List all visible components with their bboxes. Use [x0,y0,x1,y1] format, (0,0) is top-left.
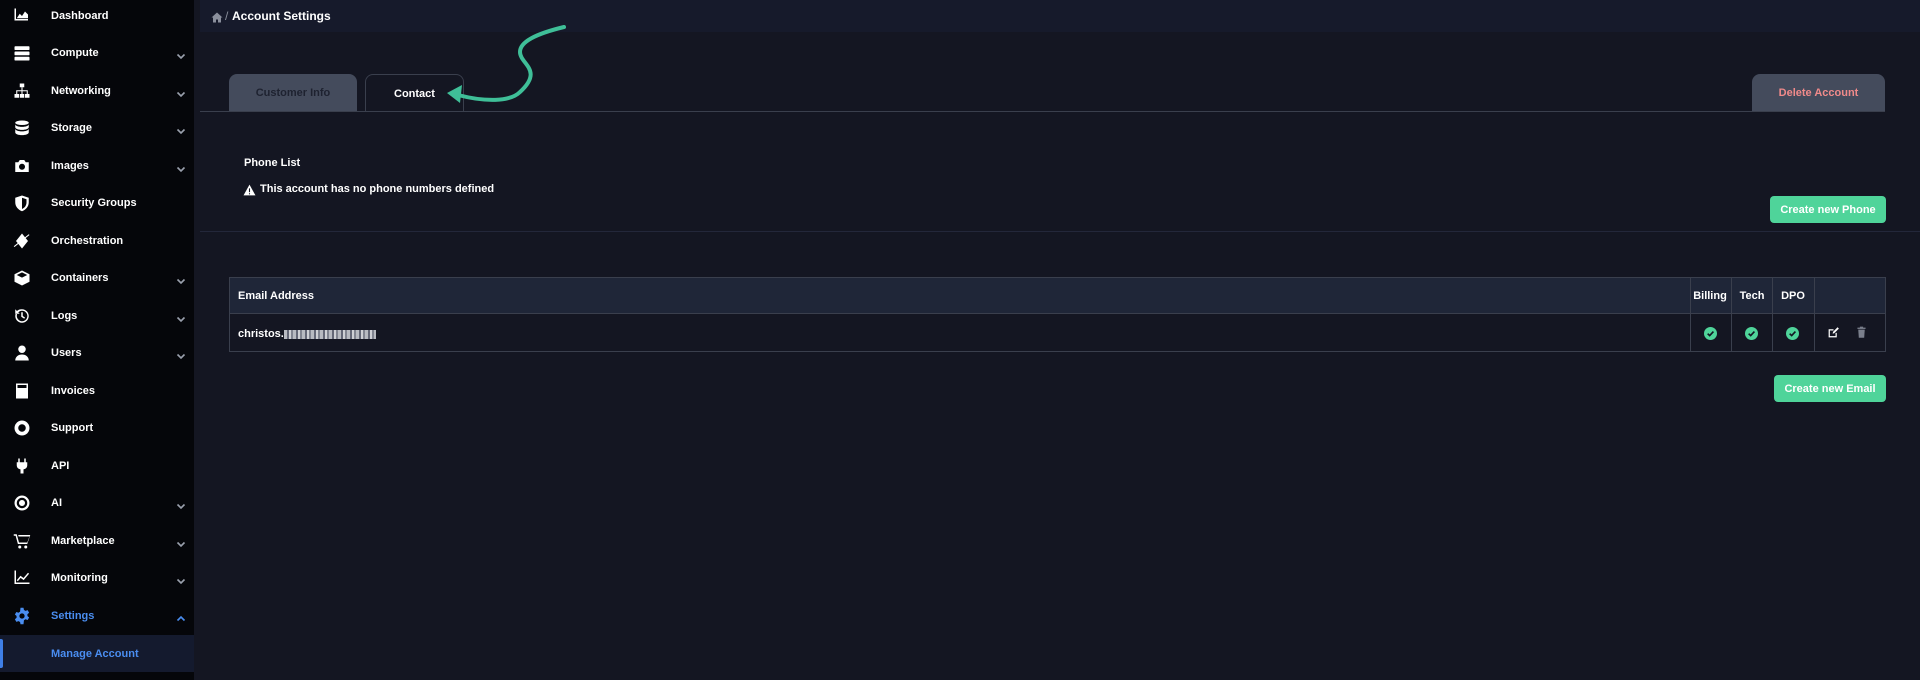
tab-divider [200,111,1885,112]
sidebar-item-logs[interactable]: Logs [0,297,194,334]
sidebar-item-compute[interactable]: Compute [0,35,194,72]
sidebar-item-api[interactable]: API [0,447,194,484]
page-title: Account Settings [232,9,331,23]
sidebar-item-label: API [51,459,70,472]
sidebar-item-label: Users [51,347,82,359]
sidebar-item-support[interactable]: Support [0,410,194,447]
email-table: Email Address Billing Tech DPO christos. [229,277,1886,352]
dpo-check-icon [1786,327,1799,340]
chevron-down-icon [176,498,186,510]
redacted-email [283,329,376,339]
active-indicator [0,639,3,668]
sidebar-item-security-groups[interactable]: Security Groups [0,185,194,222]
chevron-down-icon [176,123,186,135]
sidebar-item-invoices[interactable]: Invoices [0,372,194,409]
warning-icon [243,183,256,196]
server-icon [12,43,32,63]
sidebar-item-label: Dashboard [51,9,109,22]
sidebar-item-label: Support [51,422,94,434]
camera-icon [12,156,32,176]
create-phone-button[interactable]: Create new Phone [1770,196,1886,223]
sidebar-item-label: Storage [51,122,92,134]
chevron-down-icon [176,86,186,97]
cube-icon [12,268,32,288]
sidebar-item-label: Marketplace [51,534,115,547]
chevron-down-icon [176,161,186,172]
sidebar-item-label: Security Groups [51,197,137,209]
cart-icon [12,531,32,551]
chart-area-icon [12,6,32,26]
sidebar-item-label: Invoices [51,384,96,397]
database-icon [12,118,32,138]
sidebar-item-label: Compute [51,47,99,59]
header-dpo: DPO [1781,290,1805,302]
layers-icon [12,231,32,251]
sidebar-item-label: Networking [51,84,111,97]
email-cell: christos. [238,328,376,340]
sidebar-item-label: Logs [51,309,78,322]
chevron-down-icon [176,536,186,547]
user-icon [12,343,32,363]
sidebar-item-label: Containers [51,272,109,284]
header-email-address: Email Address [238,290,315,302]
sidebar-item-users[interactable]: Users [0,335,194,372]
tech-check-icon [1745,327,1758,340]
history-icon [12,306,32,326]
sidebar-item-label: Images [51,159,89,172]
sidebar-subitem-manage-account[interactable]: Manage Account [0,635,194,672]
table-row: christos. [230,315,1885,351]
sidebar-item-containers[interactable]: Containers [0,260,194,297]
table-header: Email Address Billing Tech DPO [230,278,1885,314]
chart-line-icon [12,568,32,588]
shield-icon [12,193,32,213]
edit-icon[interactable] [1827,326,1840,339]
sidebar-item-networking[interactable]: Networking [0,72,194,109]
sidebar: Dashboard Compute Networking Storage Images S… [0,0,194,680]
gear-icon [12,606,32,626]
sidebar-item-monitoring[interactable]: Monitoring [0,560,194,597]
delete-account-button[interactable]: Delete Account [1752,74,1885,112]
chevron-down-icon [176,273,186,285]
header-tech: Tech [1739,290,1765,302]
phone-empty-message: This account has no phone numbers define… [260,183,495,195]
billing-check-icon [1704,327,1717,340]
breadcrumb-separator: / [225,9,229,23]
sidebar-subitem-label: Manage Account [51,647,139,660]
trash-icon[interactable] [1855,326,1868,339]
create-email-button[interactable]: Create new Email [1774,375,1886,402]
sidebar-item-orchestration[interactable]: Orchestration [0,222,194,259]
ai-icon [12,493,32,513]
network-icon [12,81,32,101]
sidebar-item-marketplace[interactable]: Marketplace [0,522,194,559]
phone-list-title: Phone List [244,157,301,169]
sidebar-item-images[interactable]: Images [0,147,194,184]
sidebar-item-label: Orchestration [51,234,124,247]
calculator-icon [12,381,32,401]
chevron-up-icon [176,611,186,621]
chevron-down-icon [176,348,186,360]
email-text: christos. [238,328,284,340]
sidebar-item-settings[interactable]: Settings [0,597,194,634]
header-billing: Billing [1693,290,1727,302]
chevron-down-icon [176,311,186,322]
life-ring-icon [12,418,32,438]
sidebar-item-storage[interactable]: Storage [0,110,194,147]
home-icon[interactable] [211,10,223,23]
annotation-arrow [447,25,566,103]
chevron-down-icon [176,573,186,585]
sidebar-item-label: Settings [51,609,95,622]
sidebar-item-label: Monitoring [51,572,108,584]
sidebar-item-dashboard[interactable]: Dashboard [0,0,194,34]
sidebar-item-label: AI [51,497,62,509]
plug-icon [12,456,32,476]
sidebar-item-ai[interactable]: AI [0,485,194,522]
tab-customer-info[interactable]: Customer Info [229,74,357,112]
section-divider [200,231,1920,232]
chevron-down-icon [176,48,186,60]
